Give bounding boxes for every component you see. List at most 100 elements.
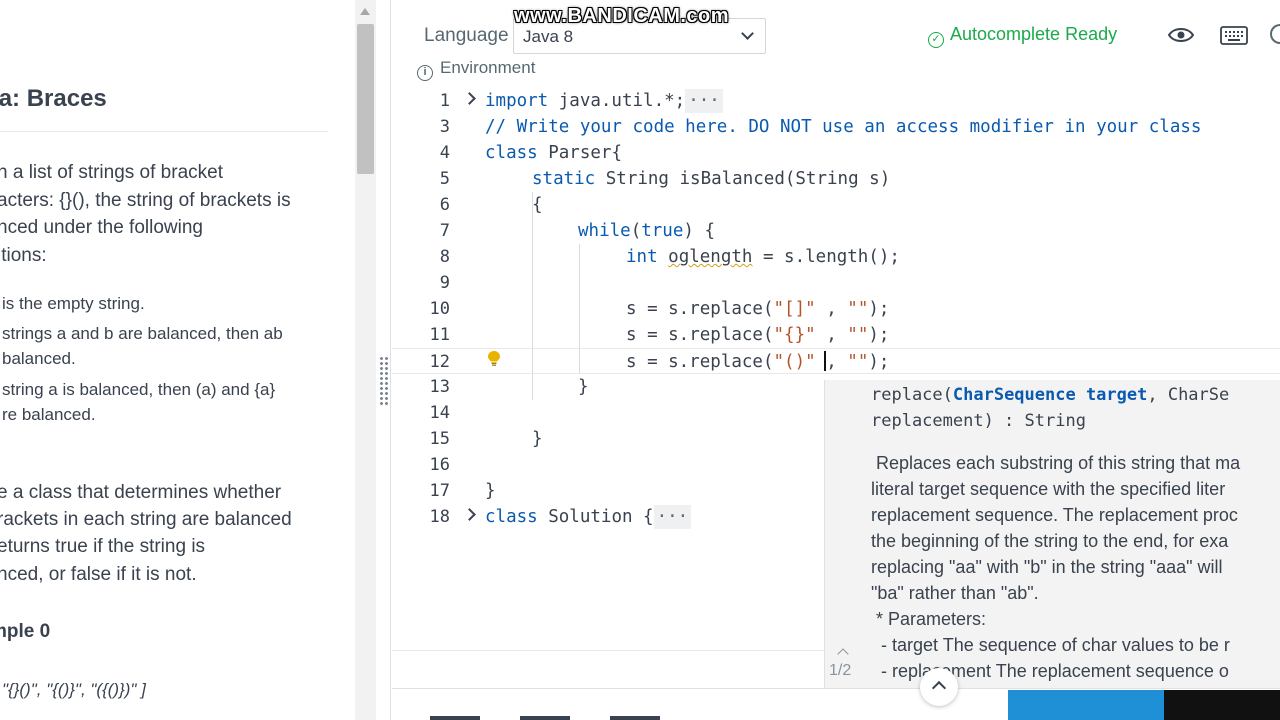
settings-icon[interactable] <box>1270 24 1280 44</box>
doc-line: replacing "aa" with "b" in the string "a… <box>871 557 1223 577</box>
intro-line-2: acters: {}(), the string of brackets is <box>0 190 291 211</box>
line-number: 6 <box>439 195 450 215</box>
code-string: "{}" <box>773 325 816 345</box>
info-icon: i <box>417 65 433 81</box>
code-token: s = s.replace( <box>626 352 774 372</box>
code-line-8[interactable]: 8 int oglength = s.length(); <box>392 244 1280 270</box>
scroll-to-top-button[interactable] <box>920 668 958 706</box>
line-number: 5 <box>439 169 450 189</box>
autocomplete-status[interactable]: ✓ Autocomplete Ready <box>928 24 1117 48</box>
code-string: "" <box>847 352 869 372</box>
code-token: } <box>578 377 589 397</box>
line-number: 17 <box>429 481 450 501</box>
signature-name: replace( <box>871 385 953 405</box>
code-line-10[interactable]: 10 s = s.replace("[]" , ""); <box>392 296 1280 322</box>
code-token: } <box>532 429 543 449</box>
code-line-11[interactable]: 11 s = s.replace("{}" , ""); <box>392 322 1280 348</box>
language-label: Language <box>424 25 509 46</box>
code-string: "()" <box>773 352 816 372</box>
code-token: ) { <box>683 221 715 241</box>
line-number: 9 <box>439 273 450 293</box>
editor-divider <box>392 650 826 651</box>
code-string: "" <box>847 325 869 345</box>
collapsed-region[interactable]: ··· <box>685 89 723 113</box>
doc-line: * Parameters: <box>871 609 987 629</box>
signature-rest: , CharSe <box>1147 385 1230 405</box>
problem-title: ava: Braces <box>0 85 107 112</box>
text-cursor <box>824 351 826 371</box>
rule-1: is the empty string. <box>2 294 145 313</box>
signature-line-2: replacement) : String <box>871 411 1086 431</box>
code-token: true <box>641 221 684 241</box>
code-token: s = s.replace( <box>626 299 774 319</box>
lightbulb-icon[interactable] <box>487 350 501 366</box>
code-line-1[interactable]: 1 import java.util.*; ··· <box>392 88 1280 114</box>
problem-scrollbar[interactable] <box>355 0 376 720</box>
code-token: s = s.replace( <box>626 325 774 345</box>
submit-code-button[interactable] <box>1164 690 1280 720</box>
bottom-tabs[interactable] <box>430 708 990 720</box>
eye-icon[interactable] <box>1168 25 1194 45</box>
panel-splitter[interactable] <box>376 0 391 720</box>
keyboard-icon[interactable] <box>1220 26 1248 45</box>
code-token: java.util.*; <box>548 91 686 111</box>
bottom-tab[interactable] <box>610 716 660 720</box>
line-number: 16 <box>429 455 450 475</box>
code-token: class <box>485 143 538 163</box>
problem-panel: ava: Braces n a list of strings of brack… <box>0 0 355 720</box>
line-number: 13 <box>429 377 450 397</box>
overload-pager[interactable]: 1/2 <box>829 662 851 680</box>
environment-label: Environment <box>440 58 536 77</box>
drag-grip-icon[interactable] <box>379 356 389 406</box>
code-token: import <box>485 91 549 111</box>
code-line-4[interactable]: 4 class Parser{ <box>392 140 1280 166</box>
code-token: static <box>532 169 596 189</box>
recording-watermark: www.BANDICAM.com <box>514 5 730 27</box>
autocomplete-suggestion-popup[interactable]: replace(CharSequence target, CharSe repl… <box>824 380 1280 688</box>
scroll-up-arrow-icon[interactable] <box>360 8 370 15</box>
chevron-up-icon <box>931 680 947 696</box>
method-signature: replace(CharSequence target, CharSe repl… <box>871 382 1229 434</box>
bottom-tab[interactable] <box>520 716 570 720</box>
code-token: String isBalanced(String s) <box>595 169 891 189</box>
code-line-9[interactable]: 9 <box>392 270 1280 296</box>
code-token: ); <box>868 299 890 319</box>
doc-line: the beginning of the string to the end, … <box>871 531 1229 551</box>
run-code-button[interactable] <box>1008 690 1164 720</box>
fold-chevron-icon[interactable] <box>463 508 476 521</box>
line-number: 4 <box>439 143 450 163</box>
chevron-up-icon[interactable] <box>837 648 849 660</box>
fold-chevron-icon[interactable] <box>463 92 476 105</box>
code-line-7[interactable]: 7 while(true) { <box>392 218 1280 244</box>
line-number: 12 <box>429 352 450 372</box>
environment-link[interactable]: i Environment <box>417 58 535 81</box>
code-line-6[interactable]: 6 { <box>392 192 1280 218</box>
code-token: while <box>578 221 631 241</box>
task-line-2: rackets in each string are balanced <box>0 509 292 530</box>
bottom-divider <box>392 688 1280 689</box>
code-token: { <box>532 195 543 215</box>
code-line-5[interactable]: 5 static String isBalanced(String s) <box>392 166 1280 192</box>
rule-3: string a is balanced, then (a) and {a} <box>2 380 276 399</box>
intro-line-3: nced under the following <box>0 217 203 238</box>
code-token: Parser{ <box>537 143 622 163</box>
intro-line-4: itions: <box>0 245 47 266</box>
doc-line: Replaces each substring of this string t… <box>871 453 1241 473</box>
bottom-tab[interactable] <box>430 716 480 720</box>
line-number: 11 <box>429 325 450 345</box>
doc-line: literal target sequence with the specifi… <box>871 479 1226 499</box>
code-comment: // Write your code here. DO NOT use an a… <box>485 117 1202 137</box>
task-line-1: e a class that determines whether <box>0 482 282 503</box>
code-line-3[interactable]: 3 // Write your code here. DO NOT use an… <box>392 114 1280 140</box>
autocomplete-label: Autocomplete Ready <box>950 24 1118 44</box>
task-line-3: eturns true if the string is <box>0 536 206 557</box>
code-token: = s.length(); <box>752 247 900 267</box>
language-value: Java 8 <box>523 27 574 46</box>
code-line-12[interactable]: 12 s = s.replace("()" , ""); <box>392 348 1280 374</box>
scrollbar-thumb[interactable] <box>357 24 374 174</box>
signature-active-param: CharSequence target <box>952 385 1148 405</box>
line-number: 3 <box>439 117 450 137</box>
rule-2-cont: balanced. <box>2 349 76 368</box>
collapsed-region[interactable]: ··· <box>653 505 692 529</box>
